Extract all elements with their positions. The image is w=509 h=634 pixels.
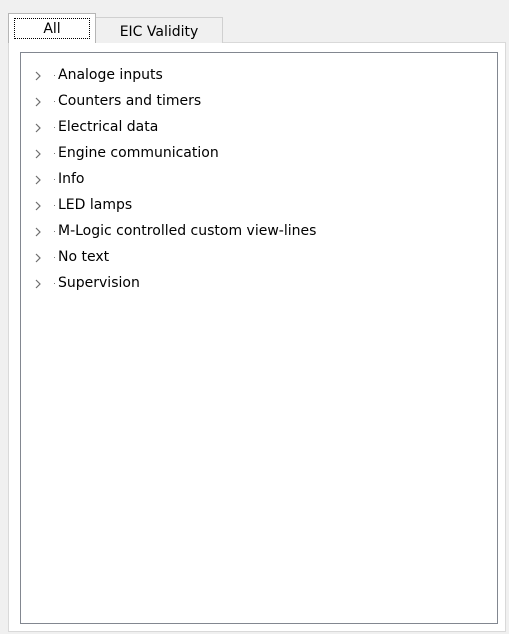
tree-connector-dot: [54, 257, 55, 258]
tree-item-label: Info: [58, 171, 85, 187]
tree-connector-dot: [54, 231, 55, 232]
tree-item-label: M-Logic controlled custom view-lines: [58, 223, 317, 239]
tree-item-label: Electrical data: [58, 119, 159, 135]
chevron-right-icon[interactable]: [33, 96, 45, 108]
tree-item-analoge-inputs[interactable]: Analoge inputs: [21, 63, 497, 89]
tree-connector-dot: [54, 75, 55, 76]
chevron-right-icon[interactable]: [33, 200, 45, 212]
tree-item-counters-and-timers[interactable]: Counters and timers: [21, 89, 497, 115]
chevron-right-icon[interactable]: [33, 70, 45, 82]
tree-item-led-lamps[interactable]: LED lamps: [21, 193, 497, 219]
tree-connector-dot: [54, 205, 55, 206]
tree-view[interactable]: Analoge inputs Counters and timers Elect…: [20, 52, 498, 624]
tree-connector-dot: [54, 153, 55, 154]
tree-item-label: Supervision: [58, 275, 140, 291]
tree-connector-dot: [54, 283, 55, 284]
tab-all[interactable]: All: [8, 13, 96, 43]
tree-item-electrical-data[interactable]: Electrical data: [21, 115, 497, 141]
chevron-right-icon[interactable]: [33, 148, 45, 160]
tab-eic-validity[interactable]: EIC Validity: [95, 17, 223, 43]
chevron-right-icon[interactable]: [33, 122, 45, 134]
tree-item-label: Engine communication: [58, 145, 219, 161]
chevron-right-icon[interactable]: [33, 278, 45, 290]
tree-item-no-text[interactable]: No text: [21, 245, 497, 271]
tree-item-m-logic-custom-view-lines[interactable]: M-Logic controlled custom view-lines: [21, 219, 497, 245]
tree-item-info[interactable]: Info: [21, 167, 497, 193]
tree-connector-dot: [54, 127, 55, 128]
tab-all-label: All: [43, 21, 61, 37]
tree-item-label: No text: [58, 249, 110, 265]
tab-eic-validity-label: EIC Validity: [119, 24, 199, 40]
chevron-right-icon[interactable]: [33, 226, 45, 238]
tree-item-engine-communication[interactable]: Engine communication: [21, 141, 497, 167]
tree-item-label: Analoge inputs: [58, 67, 163, 83]
tree-item-label: Counters and timers: [58, 93, 202, 109]
tree-item-supervision[interactable]: Supervision: [21, 271, 497, 297]
tree-item-label: LED lamps: [58, 197, 133, 213]
tree-connector-dot: [54, 179, 55, 180]
chevron-right-icon[interactable]: [33, 174, 45, 186]
chevron-right-icon[interactable]: [33, 252, 45, 264]
tree-connector-dot: [54, 101, 55, 102]
